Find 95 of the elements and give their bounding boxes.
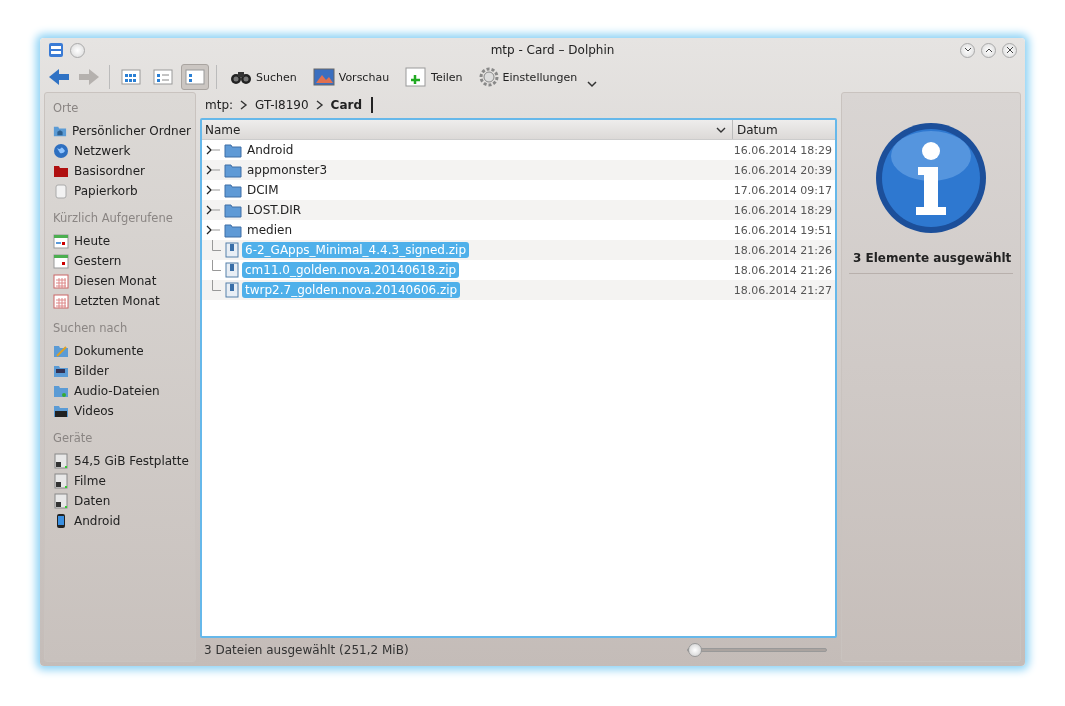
sidebar-item[interactable]: Bilder: [49, 361, 191, 381]
date-cell-text: 17.06.2014 09:17: [733, 183, 833, 197]
calendar-icon: [53, 233, 69, 249]
sidebar-item[interactable]: Daten: [49, 491, 191, 511]
globe-icon: [53, 143, 69, 159]
file-name[interactable]: LOST.DIR: [244, 202, 305, 218]
sidebar-item[interactable]: Heute: [49, 231, 191, 251]
column-header[interactable]: Name: [202, 120, 733, 139]
details-view-icon: [185, 68, 205, 86]
zoom-slider-thumb[interactable]: [687, 643, 702, 657]
chevron-icon: [240, 100, 249, 110]
selection-summary: 3 Elemente ausgewählt: [849, 235, 1013, 274]
window-title: mtp - Card – Dolphin: [489, 43, 616, 57]
sidebar-item[interactable]: Audio-Dateien: [49, 381, 191, 401]
breadcrumb-item[interactable]: GT-I8190: [255, 98, 309, 112]
tree-line: [211, 280, 221, 291]
chevron-icon: [315, 100, 324, 110]
section-title: Orte: [52, 100, 80, 117]
calendar-icon: [53, 293, 69, 309]
maximize-icon: [984, 47, 993, 53]
split-view-icon: [405, 67, 428, 87]
sidebar-item[interactable]: Netzwerk: [49, 141, 191, 161]
sidebar-item[interactable]: Filme: [49, 471, 191, 491]
icon-view-icon: [121, 68, 141, 86]
split-button[interactable]: Teilen: [399, 64, 469, 90]
tree-line: [211, 240, 221, 251]
dropdown-icon[interactable]: [587, 80, 598, 88]
status-text: 3 Dateien ausgewählt (251,2 MiB): [204, 643, 410, 657]
archive-icon: [224, 262, 240, 278]
folder-icon: [224, 162, 242, 178]
section-title: Suchen nach: [52, 320, 129, 337]
file-name[interactable]: Android: [244, 142, 297, 158]
expand-icon[interactable]: [206, 185, 220, 195]
app-menu-icon[interactable]: [48, 42, 64, 58]
minimize-icon: [963, 47, 972, 53]
folder-icon: [53, 343, 69, 359]
breadcrumb-item[interactable]: Card: [330, 98, 362, 112]
gear-icon: [478, 67, 499, 87]
sidebar-item[interactable]: Letzten Monat: [49, 291, 191, 311]
info-icon: [874, 121, 988, 235]
sidebar-item[interactable]: Basisordner: [49, 161, 191, 181]
date-cell-text: 16.06.2014 19:51: [733, 223, 833, 237]
sidebar-item[interactable]: Android: [49, 511, 191, 531]
tree-line: [211, 260, 221, 271]
date-cell-text: 16.06.2014 18:29: [733, 143, 833, 157]
settings-button[interactable]: Einstellungen: [472, 64, 584, 90]
calendar-icon: [53, 253, 69, 269]
text-cursor: [371, 97, 373, 113]
file-name[interactable]: DCIM: [244, 182, 282, 198]
folder-icon: [224, 142, 242, 158]
section-title: Geräte: [52, 430, 94, 447]
folder-icon: [224, 202, 242, 218]
drive-icon: [53, 453, 69, 469]
file-name[interactable]: appmonster3: [244, 162, 331, 178]
sidebar-item[interactable]: Papierkorb: [49, 181, 191, 201]
folder-icon: [53, 383, 69, 399]
view-mode-button[interactable]: [181, 64, 209, 90]
sidebar-item[interactable]: 54,5 GiB Festplatte: [49, 451, 191, 471]
expand-icon[interactable]: [206, 165, 220, 175]
drive-icon: [53, 473, 69, 489]
image-icon: [312, 68, 335, 86]
close-button[interactable]: [1002, 42, 1017, 58]
sidebar-item[interactable]: Dokumente: [49, 341, 191, 361]
section-title: Kürzlich Aufgerufene: [52, 210, 174, 227]
sidebar-item[interactable]: Videos: [49, 401, 191, 421]
calendar-icon: [53, 273, 69, 289]
date-cell-text: 18.06.2014 21:27: [733, 283, 833, 297]
expand-icon[interactable]: [206, 145, 220, 155]
folder-icon: [53, 163, 69, 179]
folder-icon: [53, 363, 69, 379]
sidebar-item[interactable]: Gestern: [49, 251, 191, 271]
close-icon: [1005, 46, 1014, 54]
folder-icon: [224, 182, 242, 198]
folder-icon: [53, 403, 69, 419]
maximize-button[interactable]: [981, 42, 996, 58]
minimize-button[interactable]: [960, 42, 975, 58]
column-header[interactable]: Datum: [733, 120, 835, 139]
folder-icon: [224, 222, 242, 238]
expand-icon[interactable]: [206, 205, 220, 215]
date-cell-text: 16.06.2014 18:29: [733, 203, 833, 217]
preview-button[interactable]: Vorschau: [306, 64, 396, 90]
trash-icon: [53, 183, 69, 199]
file-name[interactable]: medien: [244, 222, 295, 238]
search-button[interactable]: Suchen: [224, 64, 303, 90]
drive-icon: [53, 493, 69, 509]
sidebar-item[interactable]: Persönlicher Ordner: [49, 121, 191, 141]
binoculars-icon: [230, 69, 252, 85]
compact-view-icon: [153, 68, 173, 86]
expand-icon[interactable]: [206, 225, 220, 235]
sidebar-item[interactable]: Diesen Monat: [49, 271, 191, 291]
date-cell-text: 16.06.2014 20:39: [733, 163, 833, 177]
date-cell-text: 18.06.2014 21:26: [733, 263, 833, 277]
sort-icon: [716, 125, 726, 134]
date-cell-text: 18.06.2014 21:26: [733, 243, 833, 257]
breadcrumb-item[interactable]: mtp:: [205, 98, 234, 112]
